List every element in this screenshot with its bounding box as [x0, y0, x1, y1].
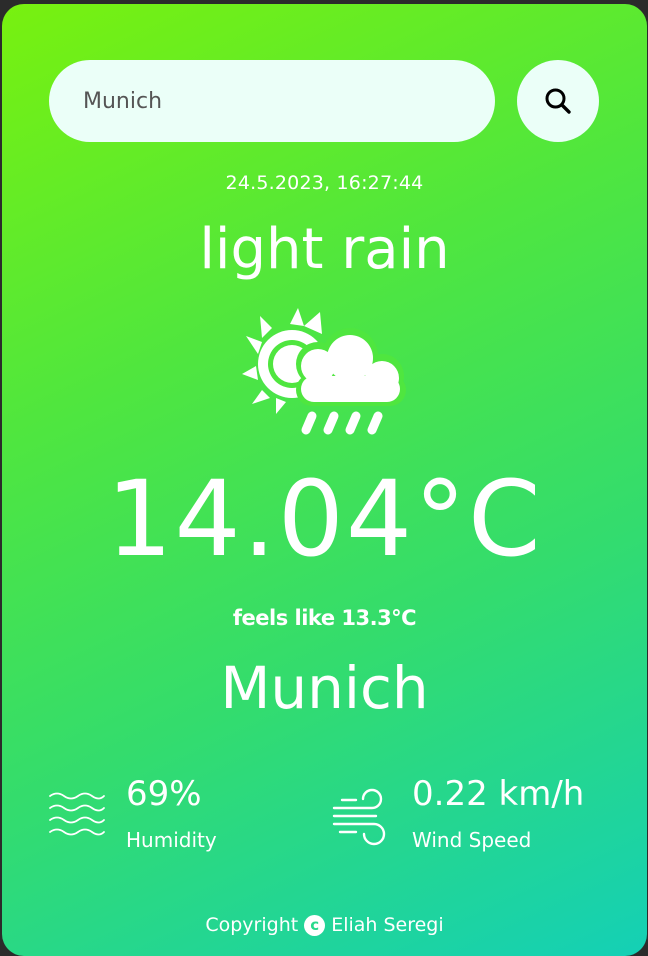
feels-like: feels like 13.3°C	[232, 606, 417, 630]
temperature: 14.04°C	[106, 458, 543, 580]
partly-cloudy-rain-icon	[242, 308, 406, 435]
weather-card: 24.5.2023, 16:27:44 light rain	[2, 4, 647, 956]
humidity-value: 69%	[126, 774, 202, 814]
author-name: Eliah Seregi	[331, 914, 444, 936]
date-time: 24.5.2023, 16:27:44	[225, 172, 424, 194]
footer-copyright: Copyright c Eliah Seregi	[2, 914, 647, 936]
search-button[interactable]	[517, 60, 599, 142]
humidity-waves-icon	[49, 792, 105, 836]
humidity-label: Humidity	[126, 828, 217, 852]
wind-icon	[332, 788, 386, 846]
search-icon	[545, 88, 571, 114]
copyright-label: Copyright	[205, 914, 299, 936]
wind-label: Wind Speed	[412, 828, 532, 852]
wind-value: 0.22 km/h	[412, 774, 585, 814]
copyright-icon: c	[304, 914, 326, 936]
weather-description: light rain	[199, 217, 450, 282]
city-name: Munich	[220, 654, 429, 722]
search-input[interactable]	[49, 60, 495, 142]
